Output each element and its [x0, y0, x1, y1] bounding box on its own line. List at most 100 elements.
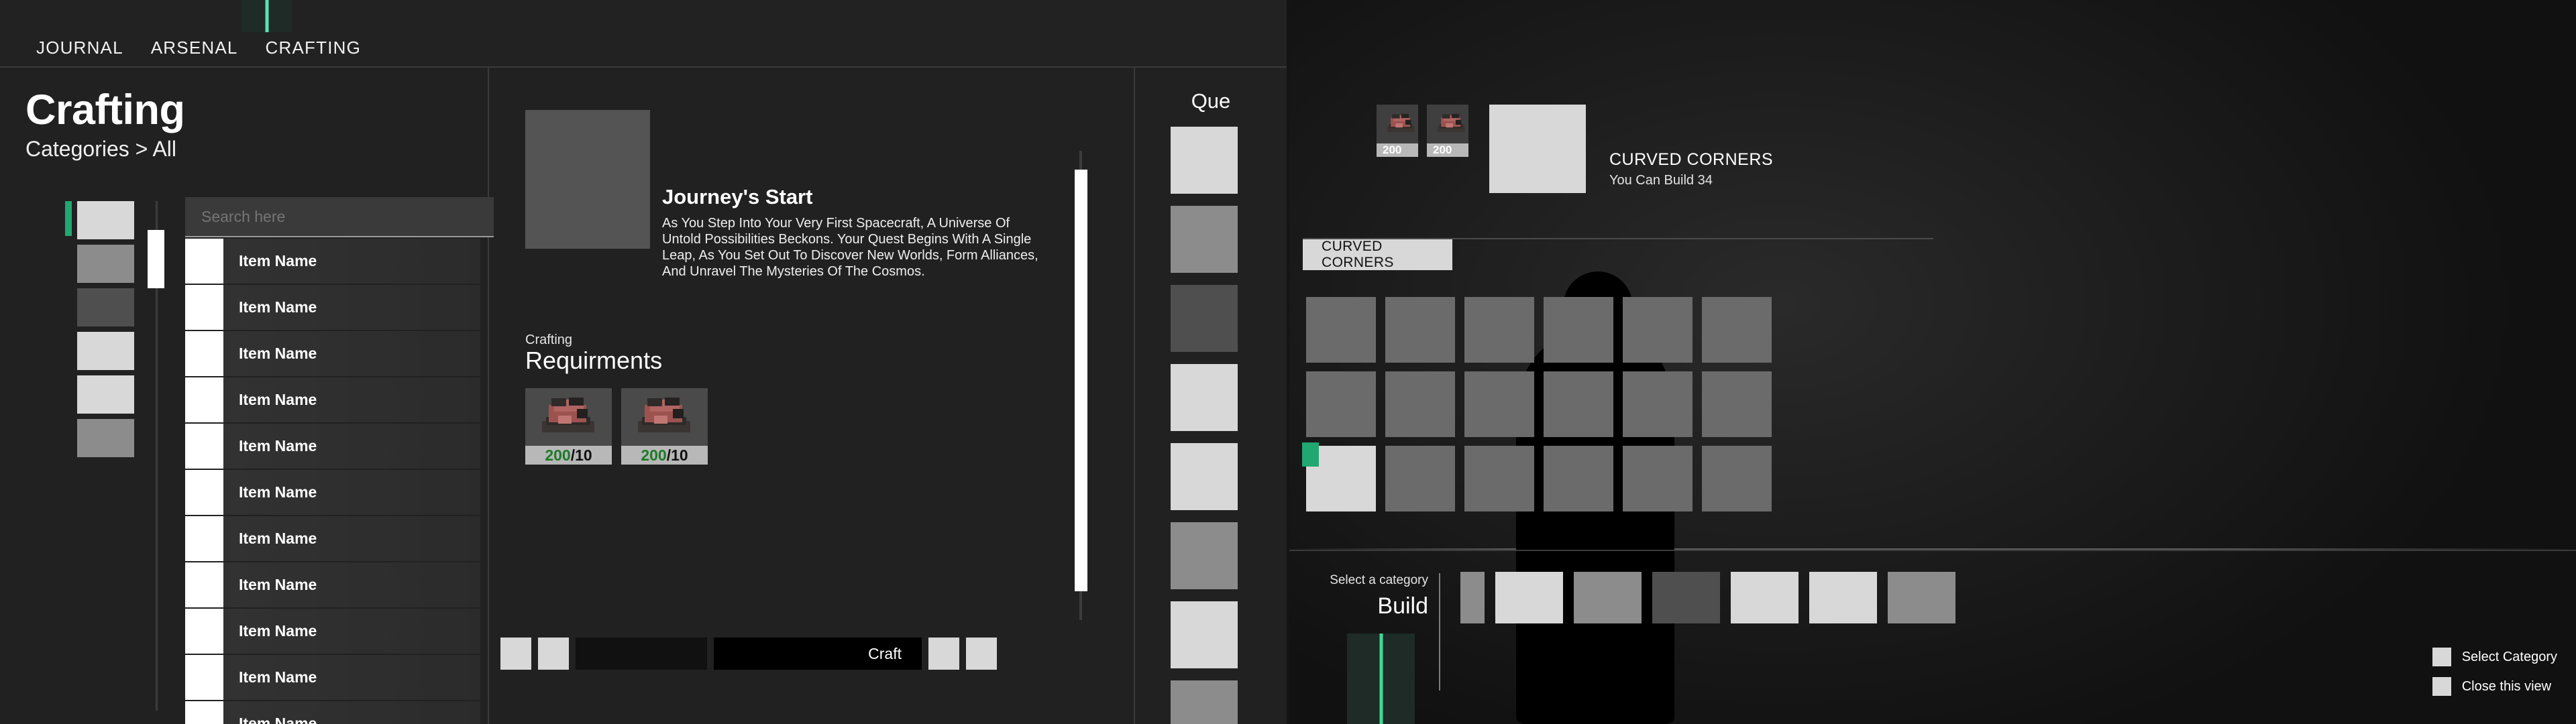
- craft-increment-button[interactable]: [538, 638, 569, 670]
- category-scrollbar-thumb[interactable]: [148, 230, 164, 288]
- build-category-2[interactable]: [1574, 572, 1642, 623]
- build-grid-cell[interactable]: [1306, 371, 1376, 437]
- list-item[interactable]: Item Name: [185, 470, 480, 515]
- list-item[interactable]: Item Name: [185, 285, 480, 330]
- build-grid-cell[interactable]: [1385, 297, 1455, 363]
- build-viewport[interactable]: 200 200 CURVED CORNERS You Can Build 34 …: [1289, 0, 2576, 724]
- category-thumb: [77, 419, 134, 457]
- search-box[interactable]: [185, 197, 494, 237]
- build-grid-cell[interactable]: [1464, 297, 1534, 363]
- build-category-4[interactable]: [1731, 572, 1799, 623]
- queue-item[interactable]: [1171, 206, 1238, 273]
- category-item-4[interactable]: [77, 332, 134, 370]
- item-label: Item Name: [239, 483, 317, 501]
- build-grid-cell[interactable]: [1385, 371, 1455, 437]
- crafting-screen: JOURNAL ARSENAL CRAFTING Crafting Catego…: [0, 0, 2576, 724]
- build-grid-cell[interactable]: [1623, 371, 1693, 437]
- requirement-count: 200/10: [621, 446, 708, 465]
- item-thumbnail: [185, 377, 223, 422]
- category-item-5[interactable]: [77, 375, 134, 414]
- item-thumbnail: [185, 285, 223, 330]
- tab-arsenal[interactable]: ARSENAL: [151, 38, 238, 58]
- list-item[interactable]: Item Name: [185, 655, 480, 700]
- build-grid-cell[interactable]: [1623, 446, 1693, 511]
- breadcrumb[interactable]: Categories > All: [25, 137, 176, 162]
- build-grid-cell[interactable]: [1544, 371, 1613, 437]
- build-grid-cell[interactable]: [1464, 446, 1534, 511]
- build-preview-thumbnail: [1489, 105, 1586, 193]
- queue-list[interactable]: [1171, 127, 1238, 724]
- detail-scrollbar-thumb[interactable]: [1075, 170, 1087, 591]
- category-thumb: [77, 201, 134, 239]
- queue-item[interactable]: [1171, 285, 1238, 352]
- list-item[interactable]: Item Name: [185, 424, 480, 469]
- category-item-3[interactable]: [77, 288, 134, 326]
- requirement-card[interactable]: 200/10: [525, 388, 612, 465]
- build-grid-cell[interactable]: [1544, 297, 1613, 363]
- category-item-1[interactable]: [65, 201, 134, 239]
- page-title: Crafting: [25, 86, 185, 133]
- build-category-0[interactable]: [1460, 572, 1485, 623]
- list-item[interactable]: Item Name: [185, 609, 480, 654]
- material-summary-row: 200 200 CURVED CORNERS You Can Build 34: [1377, 105, 1773, 193]
- category-rail: [65, 201, 134, 457]
- item-label: Item Name: [239, 345, 317, 362]
- build-grid-cell[interactable]: [1702, 446, 1772, 511]
- build-category-row[interactable]: [1460, 572, 1955, 623]
- material-card[interactable]: 200: [1427, 105, 1468, 157]
- list-item[interactable]: Item Name: [185, 701, 480, 724]
- build-category-5[interactable]: [1809, 572, 1877, 623]
- legend-close-view[interactable]: Close this view: [2432, 677, 2557, 696]
- queue-item[interactable]: [1171, 443, 1238, 510]
- build-grid-cell[interactable]: [1623, 297, 1693, 363]
- craft-decrement-button[interactable]: [500, 638, 531, 670]
- detail-description: As You Step Into Your Very First Spacecr…: [662, 216, 1038, 279]
- list-item[interactable]: Item Name: [185, 331, 480, 376]
- legend-label: Close this view: [2461, 678, 2552, 694]
- build-grid-cell[interactable]: [1306, 297, 1376, 363]
- craft-amount-field[interactable]: [576, 638, 707, 670]
- queue-item[interactable]: [1171, 680, 1238, 724]
- build-grid-cell[interactable]: [1385, 446, 1455, 511]
- queue-item[interactable]: [1171, 127, 1238, 194]
- build-grid-cell[interactable]: [1544, 446, 1613, 511]
- list-item[interactable]: Item Name: [185, 562, 480, 607]
- item-label: Item Name: [239, 298, 317, 316]
- top-tab-bar: JOURNAL ARSENAL CRAFTING: [0, 0, 1288, 68]
- craft-extra-button-1[interactable]: [928, 638, 959, 670]
- build-piece-grid[interactable]: [1302, 297, 1772, 511]
- build-grid-cell-selected[interactable]: [1302, 442, 1376, 511]
- craft-button[interactable]: Craft: [714, 638, 922, 670]
- tab-journal[interactable]: JOURNAL: [36, 38, 123, 58]
- craft-extra-button-2[interactable]: [966, 638, 997, 670]
- item-thumbnail: [185, 562, 223, 607]
- item-label: Item Name: [239, 668, 317, 686]
- queue-title: Que: [1191, 89, 1231, 113]
- build-grid-cell[interactable]: [1464, 371, 1534, 437]
- build-category-6[interactable]: [1888, 572, 1955, 623]
- selected-piece-chip[interactable]: CURVED CORNERS: [1303, 239, 1452, 270]
- category-item-6[interactable]: [77, 419, 134, 457]
- queue-item[interactable]: [1171, 601, 1238, 668]
- category-item-2[interactable]: [77, 245, 134, 283]
- build-category-3[interactable]: [1652, 572, 1720, 623]
- search-input[interactable]: [201, 207, 470, 226]
- list-item[interactable]: Item Name: [185, 377, 480, 422]
- requirement-need: /10: [570, 446, 592, 464]
- category-thumb: [77, 288, 134, 326]
- list-item[interactable]: Item Name: [185, 516, 480, 561]
- requirement-card[interactable]: 200/10: [621, 388, 708, 465]
- legend-select-category[interactable]: Select Category: [2432, 648, 2557, 666]
- category-thumb: [77, 245, 134, 283]
- material-card[interactable]: 200: [1377, 105, 1418, 157]
- item-list[interactable]: Item Name Item Name Item Name Item Name …: [185, 239, 480, 724]
- queue-item[interactable]: [1171, 364, 1238, 431]
- build-grid-cell[interactable]: [1702, 371, 1772, 437]
- legend-key-icon: [2432, 648, 2451, 666]
- requirement-image: [621, 388, 708, 446]
- tab-crafting[interactable]: CRAFTING: [266, 38, 361, 58]
- queue-item[interactable]: [1171, 522, 1238, 589]
- build-grid-cell[interactable]: [1702, 297, 1772, 363]
- list-item[interactable]: Item Name: [185, 239, 480, 284]
- build-category-1[interactable]: [1495, 572, 1563, 623]
